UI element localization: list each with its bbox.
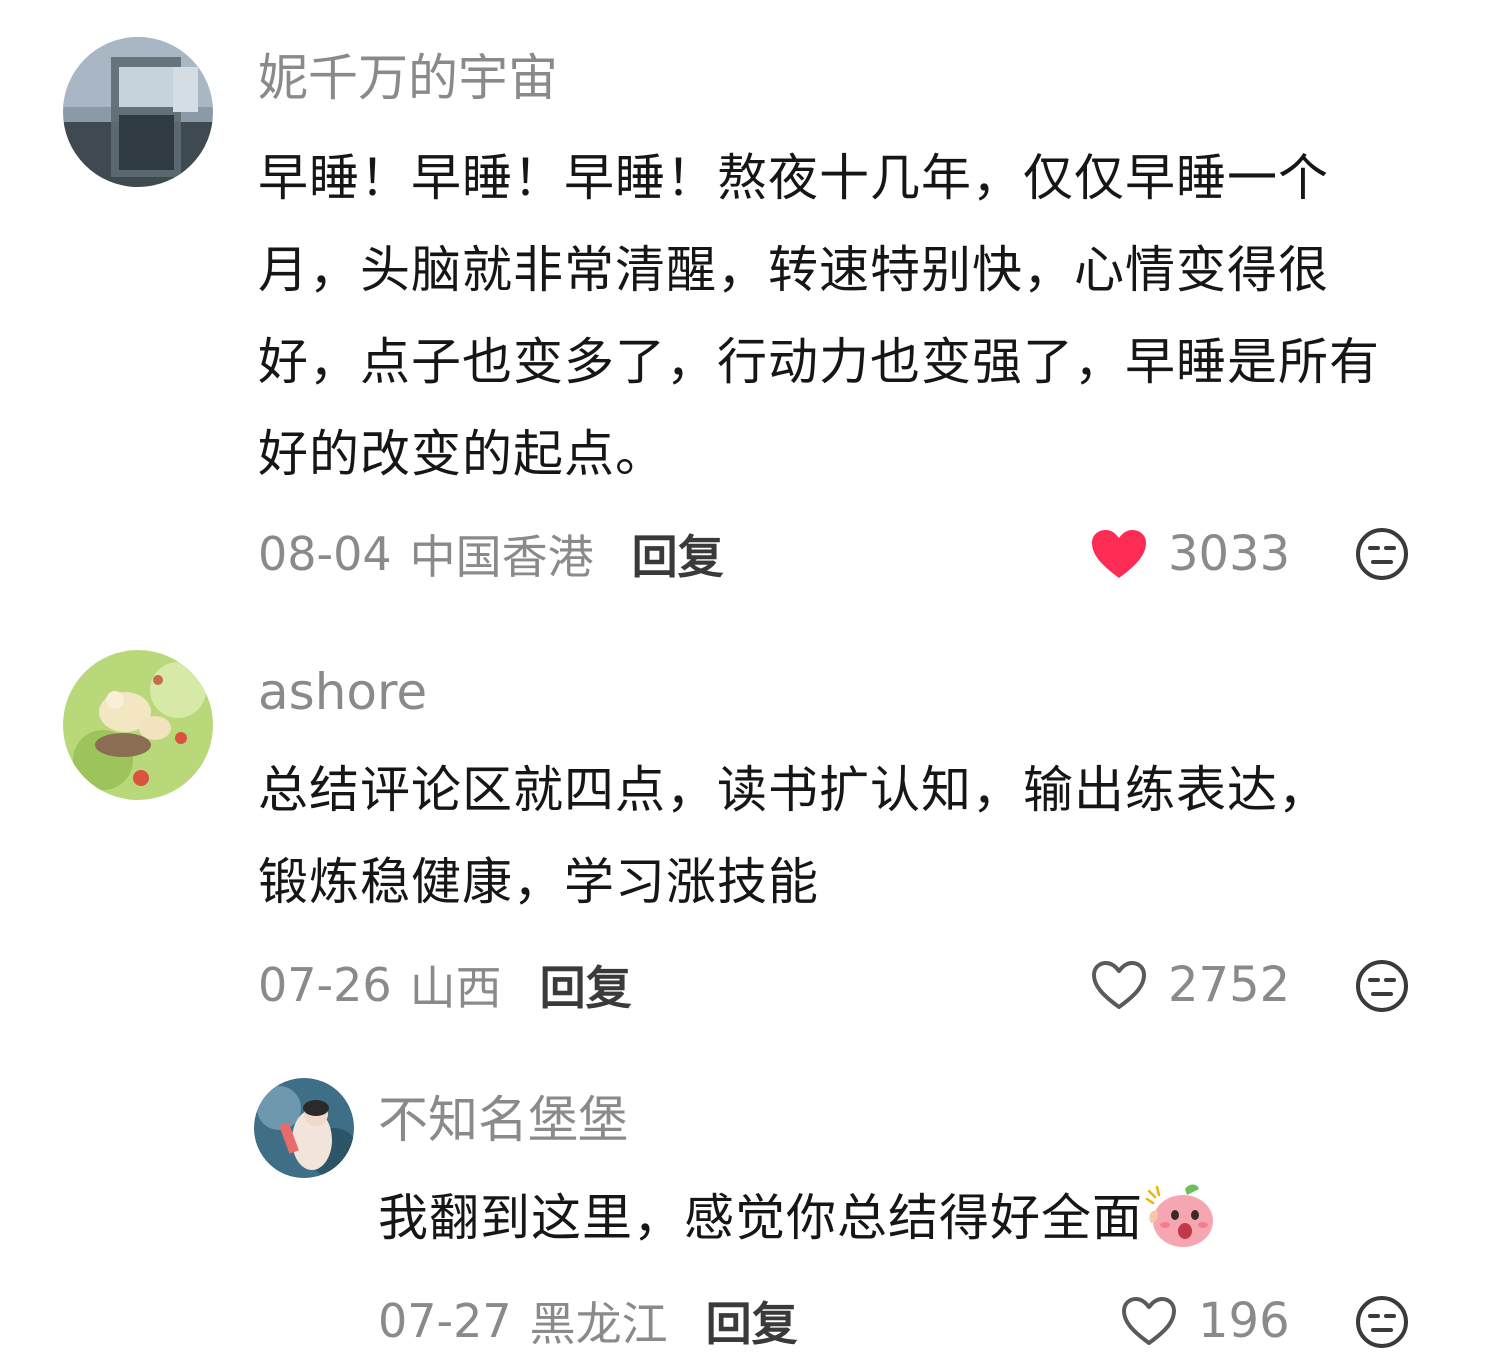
dislike-button[interactable] [1354, 526, 1410, 582]
comment-text: 早睡！早睡！早睡！熬夜十几年，仅仅早睡一个月，头脑就非常清醒，转速特别快，心情变… [258, 149, 1380, 483]
dislike-button[interactable] [1354, 958, 1410, 1014]
username[interactable]: 妮千万的宇宙 [258, 48, 558, 108]
comment-date: 07-27 [378, 1294, 512, 1348]
comment-meta: 07-27 黑龙江 回复 [378, 1289, 798, 1353]
avatar[interactable] [63, 650, 213, 800]
like-button[interactable]: 196 [1120, 1289, 1290, 1353]
reply-button[interactable]: 回复 [706, 1288, 798, 1354]
dislike-face-icon [1356, 1296, 1408, 1348]
comment-meta: 07-26 山西 回复 [258, 953, 632, 1017]
dislike-button[interactable] [1354, 1294, 1410, 1350]
comment-location: 中国香港 [409, 530, 594, 584]
avatar[interactable] [254, 1078, 354, 1178]
username[interactable]: 不知名堡堡 [378, 1090, 628, 1150]
username[interactable]: ashore [258, 662, 427, 722]
comment-text-content: 我翻到这里，感觉你总结得好全面 [378, 1189, 1143, 1247]
comment-meta: 08-04 中国香港 回复 [258, 522, 724, 586]
like-count: 196 [1198, 1293, 1290, 1349]
heart-outline-icon [1092, 961, 1146, 1009]
like-button[interactable]: 2752 [1090, 953, 1290, 1017]
like-count: 2752 [1168, 957, 1291, 1013]
reply-button[interactable]: 回复 [540, 952, 632, 1018]
avatar-image [254, 1078, 354, 1178]
heart-filled-icon [1092, 530, 1146, 578]
comment-date: 08-04 [258, 527, 392, 581]
comment-text: 我翻到这里，感觉你总结得好全面 [378, 1172, 1378, 1264]
surprised-pig-emoji-icon [1145, 1184, 1213, 1247]
comment-location: 黑龙江 [529, 1297, 668, 1351]
avatar-image [63, 650, 213, 800]
dislike-face-icon [1356, 528, 1408, 580]
comment-location: 山西 [409, 961, 502, 1015]
heart-outline-icon [1122, 1297, 1176, 1345]
like-count: 3033 [1168, 526, 1291, 582]
comment-text: 总结评论区就四点，读书扩认知，输出练表达，锻炼稳健康，学习涨技能 [258, 761, 1329, 911]
like-button[interactable]: 3033 [1090, 522, 1290, 586]
avatar-image [63, 37, 213, 187]
reply-button[interactable]: 回复 [632, 521, 724, 587]
avatar[interactable] [63, 37, 213, 187]
dislike-face-icon [1356, 960, 1408, 1012]
comment-date: 07-26 [258, 958, 392, 1012]
